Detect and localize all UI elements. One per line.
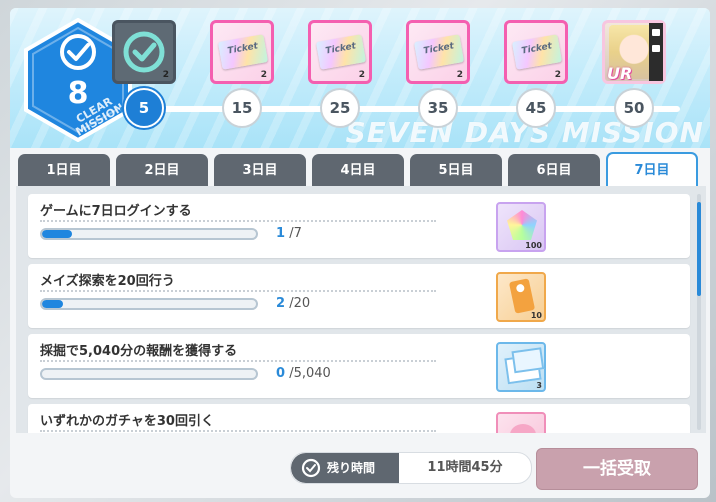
dotted-divider xyxy=(40,360,436,362)
tab-day-5[interactable]: 5日目 xyxy=(410,154,502,188)
mission-title: いずれかのガチャを30回引く xyxy=(40,414,214,429)
reward-count: 2 xyxy=(358,70,365,80)
check-icon xyxy=(123,31,165,73)
milestone-reward-4[interactable]: Ticket 2 xyxy=(406,20,470,84)
milestone-45: 45 xyxy=(516,88,556,128)
milestone-reward-5[interactable]: Ticket 2 xyxy=(504,20,568,84)
mission-progress-bar xyxy=(40,298,258,310)
tab-day-2[interactable]: 2日目 xyxy=(116,154,208,188)
mission-progress-total: /20 xyxy=(289,296,311,311)
ticket-label: Ticket xyxy=(520,41,553,57)
ticket-icon: Ticket xyxy=(217,34,269,70)
mission-progress-bar xyxy=(40,368,258,380)
reward-count: 2 xyxy=(554,70,561,80)
mission-row: いずれかのガチャを30回引く xyxy=(28,404,690,433)
clock-icon xyxy=(301,458,321,478)
rarity-badge: UR xyxy=(607,64,633,83)
milestone-50: 50 xyxy=(614,88,654,128)
milestone-35: 35 xyxy=(418,88,458,128)
mission-progress-bar xyxy=(40,228,258,240)
milestone-reward-2[interactable]: Ticket 2 xyxy=(210,20,274,84)
tab-day-1[interactable]: 1日目 xyxy=(18,154,110,188)
remaining-time-label-box: 残り時間 xyxy=(291,453,399,483)
mission-progress-total: /5,040 xyxy=(289,366,331,381)
mission-list[interactable]: ゲームに7日ログインする 1 /7 100 メイズ探索を20回行う 2 /20 10 採掘で… xyxy=(16,186,706,433)
mission-progress-text: 2 /20 xyxy=(276,296,310,311)
ticket-label: Ticket xyxy=(226,41,259,57)
mission-progress-fill xyxy=(42,230,72,238)
mission-progress-current: 2 xyxy=(276,296,286,311)
reward-count: 2 xyxy=(162,70,169,80)
mission-progress-text: 1 /7 xyxy=(276,226,302,241)
tab-day-7[interactable]: 7日目 xyxy=(606,152,698,188)
mission-list-scrollbar[interactable] xyxy=(697,194,701,430)
tab-day-3[interactable]: 3日目 xyxy=(214,154,306,188)
mission-progress-current: 1 xyxy=(276,226,286,241)
mission-title: ゲームに7日ログインする xyxy=(40,204,192,219)
milestone-15: 15 xyxy=(222,88,262,128)
milestone-25: 25 xyxy=(320,88,360,128)
reward-count: 2 xyxy=(456,70,463,80)
milestone-reward-1[interactable]: 2 xyxy=(112,20,176,84)
reward-quantity: 3 xyxy=(536,381,542,390)
tab-day-4[interactable]: 4日目 xyxy=(312,154,404,188)
ticket-label: Ticket xyxy=(422,41,455,57)
mission-row: 採掘で5,040分の報酬を獲得する 0 /5,040 3 xyxy=(28,334,690,398)
rainbow-gem-icon[interactable]: 100 xyxy=(496,202,546,252)
dotted-divider xyxy=(40,220,436,222)
remaining-time-label: 残り時間 xyxy=(327,461,376,475)
mission-progress-text: 0 /5,040 xyxy=(276,366,331,381)
mission-header: SEVEN DAYS MISSION 8 CLEAR MISSION 5 15 25… xyxy=(10,8,710,149)
mission-progress-total: /7 xyxy=(289,226,302,241)
remaining-time-value: 11時間45分 xyxy=(427,460,503,475)
ticket-icon: Ticket xyxy=(511,34,563,70)
orange-tag-icon[interactable]: 10 xyxy=(496,272,546,322)
mission-row: メイズ探索を20回行う 2 /20 10 xyxy=(28,264,690,328)
scrollbar-thumb[interactable] xyxy=(697,202,701,296)
mission-title: メイズ探索を20回行う xyxy=(40,274,175,289)
mission-progress-current: 0 xyxy=(276,366,286,381)
mission-title: 採掘で5,040分の報酬を獲得する xyxy=(40,344,238,359)
tab-day-6[interactable]: 6日目 xyxy=(508,154,600,188)
milestone-track xyxy=(120,106,680,112)
dotted-divider xyxy=(40,290,436,292)
ticket-icon: Ticket xyxy=(315,34,367,70)
reward-quantity: 100 xyxy=(525,241,542,250)
milestone-5: 5 xyxy=(124,88,164,128)
ticket-icon: Ticket xyxy=(413,34,465,70)
seven-days-mission-panel: SEVEN DAYS MISSION 8 CLEAR MISSION 5 15 25… xyxy=(10,8,710,498)
claim-all-button[interactable]: 一括受取 xyxy=(536,448,698,490)
milestone-reward-6[interactable]: UR xyxy=(602,20,666,84)
milestone-reward-3[interactable]: Ticket 2 xyxy=(308,20,372,84)
remaining-time: 残り時間 11時間45分 xyxy=(290,452,532,484)
card-stack-icon[interactable]: 3 xyxy=(496,342,546,392)
reward-quantity: 10 xyxy=(530,311,542,320)
mission-progress-fill xyxy=(42,300,64,308)
mission-row: ゲームに7日ログインする 1 /7 100 xyxy=(28,194,690,258)
dotted-divider xyxy=(40,430,436,432)
mission-footer: 残り時間 11時間45分 一括受取 xyxy=(10,440,710,498)
pink-pig-icon[interactable] xyxy=(496,412,546,433)
reward-count: 2 xyxy=(260,70,267,80)
ticket-label: Ticket xyxy=(324,41,357,57)
portrait-side-icons xyxy=(649,23,663,81)
